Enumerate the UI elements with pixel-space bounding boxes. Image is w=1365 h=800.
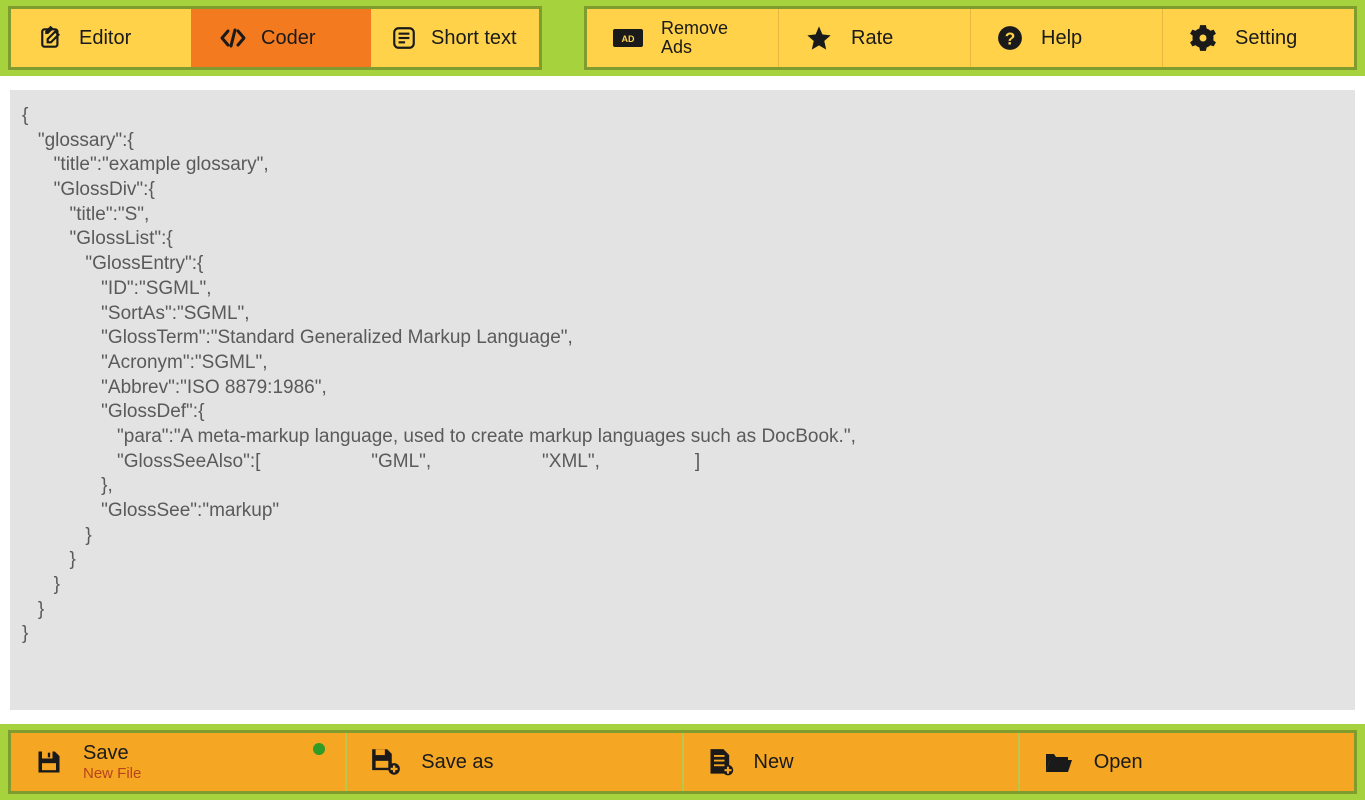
file-button-group: Save New File Save as	[8, 730, 1357, 794]
gear-icon	[1189, 24, 1217, 52]
save-filename: New File	[83, 766, 141, 782]
setting-button[interactable]: Setting	[1163, 9, 1354, 67]
new-button[interactable]: New	[684, 733, 1020, 791]
help-label: Help	[1041, 27, 1082, 50]
save-icon	[35, 748, 63, 776]
save-as-label: Save as	[421, 751, 493, 774]
save-label: Save	[83, 743, 141, 764]
new-label: New	[754, 751, 794, 774]
tab-coder[interactable]: Coder	[191, 9, 371, 67]
help-icon: ?	[997, 25, 1023, 51]
ad-icon: AD	[613, 27, 643, 49]
top-toolbar: Editor Coder Short text	[0, 0, 1365, 76]
edit-icon	[39, 25, 65, 51]
tab-short-text-label: Short text	[431, 27, 517, 50]
rate-label: Rate	[851, 27, 893, 50]
setting-label: Setting	[1235, 27, 1297, 50]
remove-ads-label: RemoveAds	[661, 19, 728, 57]
menu-group: AD RemoveAds Rate ? Help	[584, 6, 1357, 70]
code-editor[interactable]: { "glossary":{ "title":"example glossary…	[10, 90, 1355, 710]
save-button[interactable]: Save New File	[11, 733, 347, 791]
tab-editor[interactable]: Editor	[11, 9, 191, 67]
new-file-icon	[708, 748, 734, 776]
code-icon	[219, 27, 247, 49]
rate-button[interactable]: Rate	[779, 9, 971, 67]
open-button[interactable]: Open	[1020, 733, 1354, 791]
star-icon	[805, 24, 833, 52]
tab-short-text[interactable]: Short text	[371, 9, 539, 67]
bottom-toolbar: Save New File Save as	[0, 724, 1365, 800]
folder-open-icon	[1044, 750, 1074, 774]
open-label: Open	[1094, 751, 1143, 774]
unsaved-indicator-icon	[313, 743, 325, 755]
save-label-stack: Save New File	[83, 743, 141, 782]
tab-coder-label: Coder	[261, 27, 315, 50]
editor-container: { "glossary":{ "title":"example glossary…	[0, 76, 1365, 724]
svg-text:?: ?	[1005, 29, 1016, 49]
short-text-icon	[391, 25, 417, 51]
save-as-button[interactable]: Save as	[347, 733, 683, 791]
remove-ads-button[interactable]: AD RemoveAds	[587, 9, 779, 67]
tab-editor-label: Editor	[79, 27, 131, 50]
svg-text:AD: AD	[622, 34, 635, 44]
save-as-icon	[371, 748, 401, 776]
help-button[interactable]: ? Help	[971, 9, 1163, 67]
tab-group: Editor Coder Short text	[8, 6, 542, 70]
